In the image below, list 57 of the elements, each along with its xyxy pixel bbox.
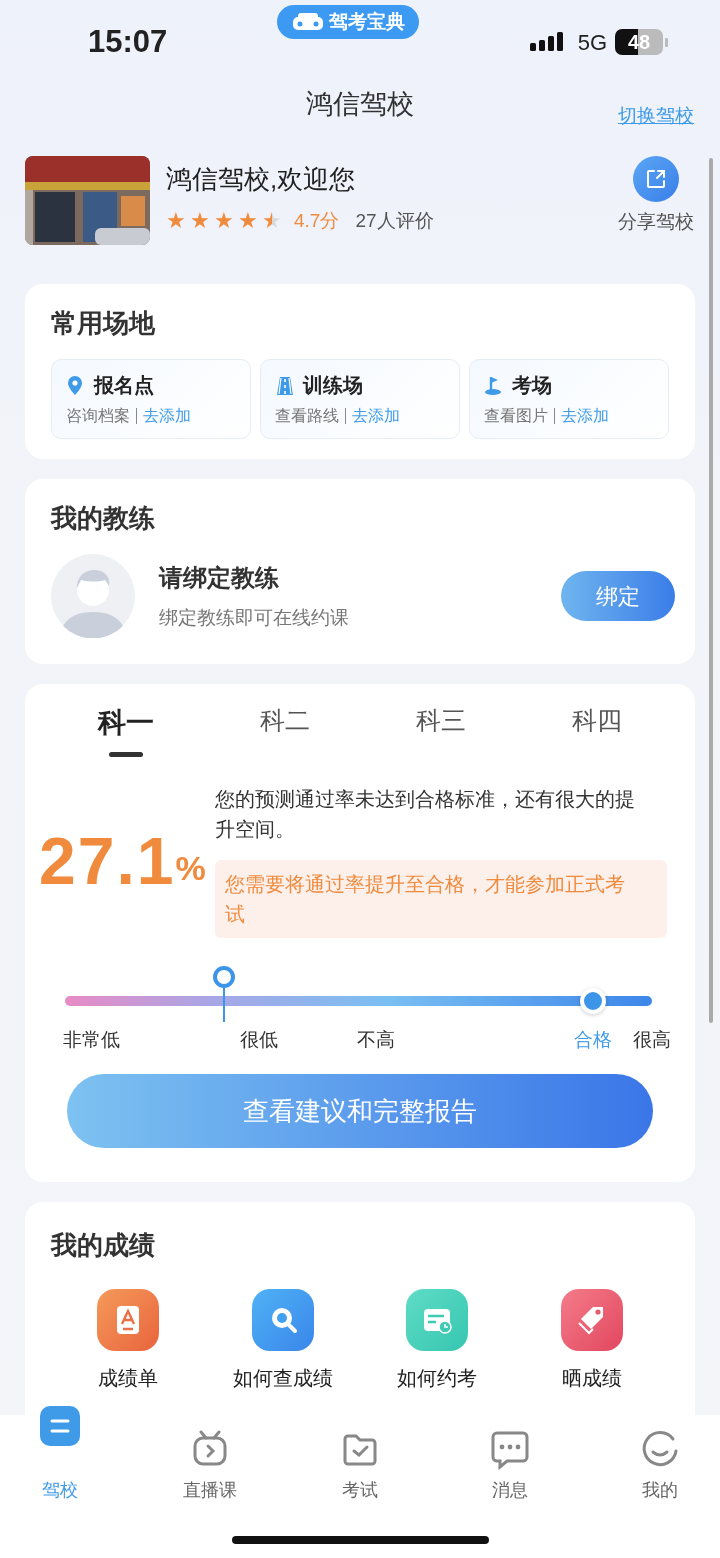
venue-card[interactable]: 报名点 咨询档案 去添加 xyxy=(51,359,251,439)
calendar-icon[interactable] xyxy=(406,1289,469,1351)
warning-message: 您需要将通过率提升至合格，才能参加正式考试 xyxy=(215,860,667,938)
school-welcome-title: 鸿信驾校,欢迎您 xyxy=(166,163,357,196)
meter-label: 非常低 xyxy=(62,1028,120,1052)
coach-prompt: 请绑定教练 xyxy=(159,562,280,593)
section-title: 我的成绩 xyxy=(51,1229,156,1262)
magnifier-icon[interactable] xyxy=(251,1289,314,1351)
network-label: 5G xyxy=(577,28,607,57)
subject-tab[interactable]: 科一 xyxy=(98,702,154,757)
meter-label: 合格 xyxy=(574,1028,613,1052)
meter-label: 不高 xyxy=(357,1028,396,1052)
share-icon xyxy=(644,167,668,191)
flag-icon xyxy=(484,374,504,396)
share-button[interactable] xyxy=(633,156,679,202)
venue-card[interactable]: 考场 查看图片 去添加 xyxy=(469,359,669,439)
document-icon[interactable] xyxy=(97,1289,160,1351)
tab-bar-item[interactable]: 驾校 xyxy=(0,1405,120,1504)
rating-score: 4.7分 xyxy=(294,209,340,233)
prediction-message: 您的预测通过率未达到合格标准，还有很大的提升空间。 xyxy=(215,787,636,842)
status-time: 15:07 xyxy=(88,22,168,61)
app-badge: 驾考宝典 xyxy=(277,4,420,40)
car-icon xyxy=(291,11,326,33)
subject-tab[interactable]: 科三 xyxy=(416,702,466,740)
review-count: 27人评价 xyxy=(355,209,434,233)
bind-button[interactable]: 绑定 xyxy=(561,571,675,621)
tab-bar-item[interactable]: 考试 xyxy=(300,1419,420,1504)
star-rating: ★ ★ ★ ★ ★ xyxy=(166,210,282,233)
percent-unit: % xyxy=(175,848,206,889)
venue-card[interactable]: 训练场 查看路线 去添加 xyxy=(260,359,460,439)
score-link-label[interactable]: 晒成绩 xyxy=(561,1363,622,1393)
subject-tab[interactable]: 科四 xyxy=(572,702,622,740)
score-link-label[interactable]: 如何约考 xyxy=(397,1363,478,1393)
tab-bar-item[interactable]: 直播课 xyxy=(150,1419,270,1504)
score-link-label[interactable]: 成绩单 xyxy=(98,1363,159,1393)
meter-label: 很高 xyxy=(633,1028,671,1052)
tag-icon[interactable] xyxy=(560,1289,623,1351)
meter-label: 很低 xyxy=(239,1028,278,1052)
score-link-label[interactable]: 如何查成绩 xyxy=(232,1363,333,1393)
chat-bubble-icon xyxy=(489,1429,531,1471)
venue-name: 报名点 xyxy=(94,373,154,398)
road-icon xyxy=(275,374,295,396)
meter-thumb[interactable] xyxy=(213,966,236,988)
page-title: 鸿信驾校 xyxy=(306,88,414,121)
tab-bar-item[interactable]: 消息 xyxy=(450,1419,570,1504)
venue-info-link[interactable]: 查看图片 xyxy=(484,404,548,428)
pass-rate-value: 27.1 xyxy=(39,828,176,894)
coach-hint: 绑定教练即可在线约课 xyxy=(159,605,350,630)
venue-name: 考场 xyxy=(512,373,552,398)
subject-tab[interactable]: 科二 xyxy=(260,702,310,740)
section-title: 常用场地 xyxy=(51,307,156,340)
section-title: 我的教练 xyxy=(51,502,156,535)
venue-info-link[interactable]: 查看路线 xyxy=(275,404,339,428)
venue-name: 训练场 xyxy=(303,373,363,398)
share-label: 分享驾校 xyxy=(618,210,694,234)
tab-bar-item[interactable]: 我的 xyxy=(600,1419,720,1504)
venue-info-link[interactable]: 咨询档案 xyxy=(66,404,130,428)
